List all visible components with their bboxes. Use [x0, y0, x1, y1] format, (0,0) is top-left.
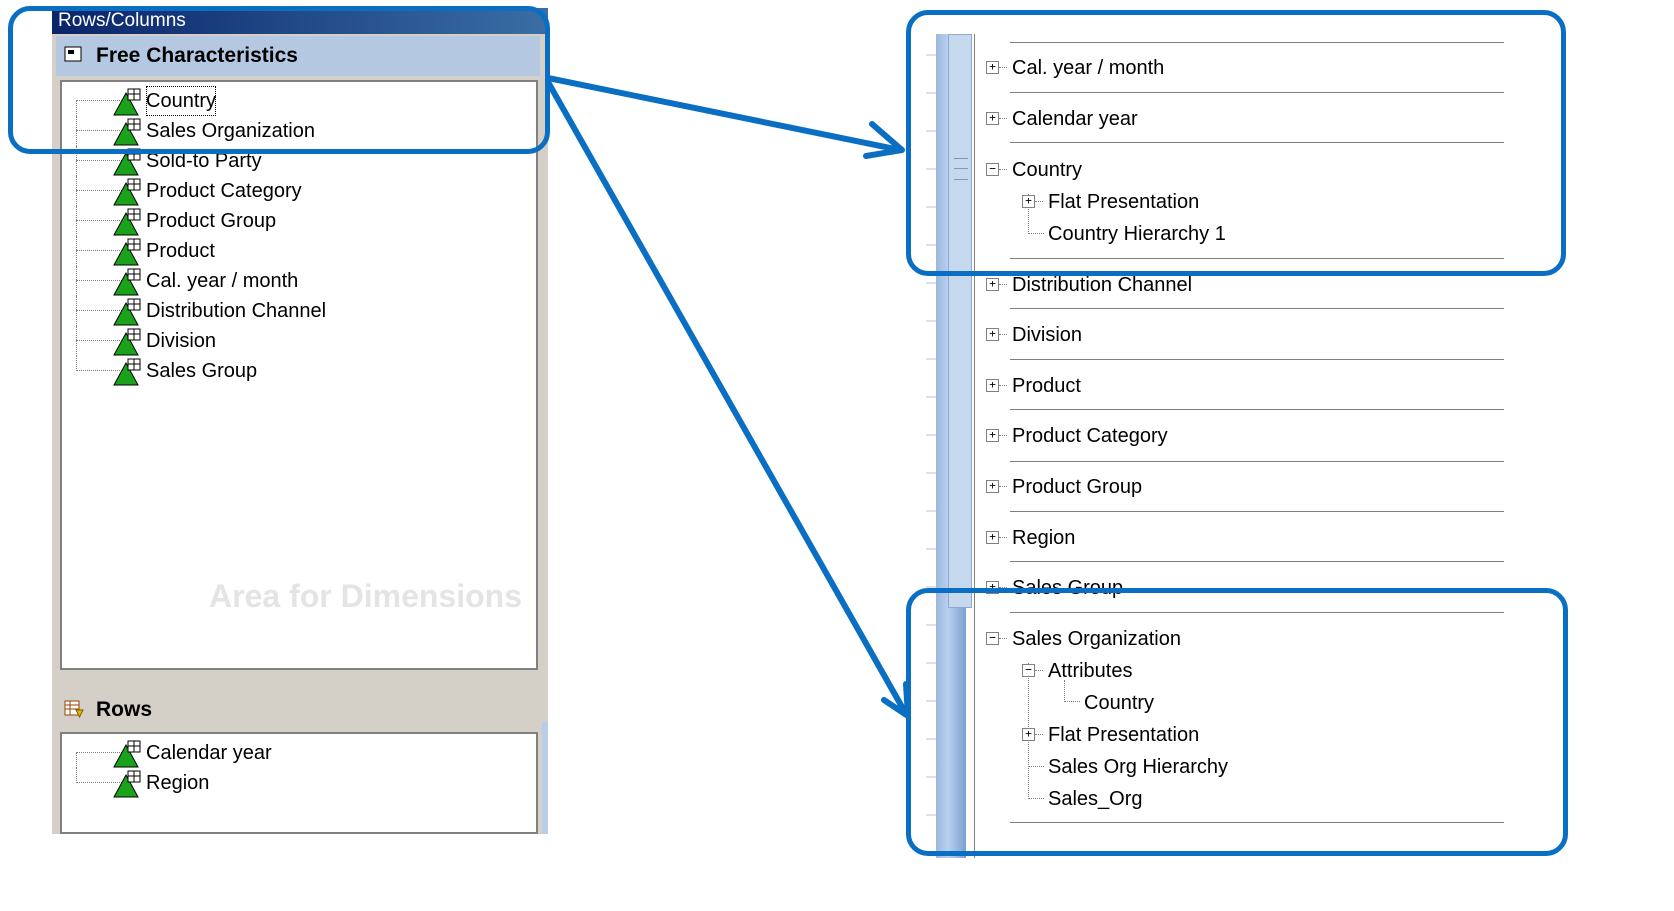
arrow-head: [863, 121, 905, 159]
arrow-to-country: [545, 75, 903, 153]
connector-arrows: [545, 75, 911, 719]
arrow-to-sales-organization: [545, 79, 909, 717]
